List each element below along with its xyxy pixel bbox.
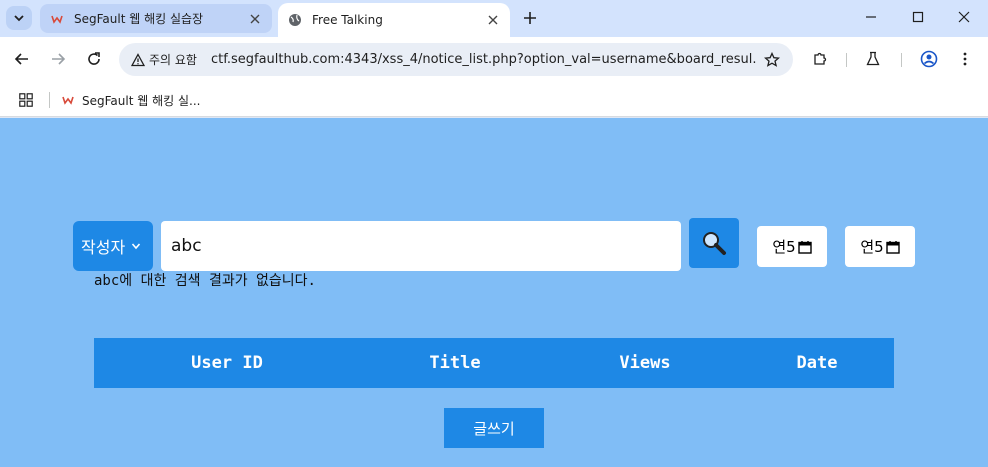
maximize-button[interactable]	[903, 4, 933, 30]
apps-button[interactable]	[16, 90, 36, 110]
arrow-left-icon	[14, 53, 28, 65]
tab-free-talking[interactable]: Free Talking	[278, 3, 510, 37]
no-result-message: abc에 대한 검색 결과가 없습니다.	[94, 273, 316, 289]
tab-search-button[interactable]	[6, 6, 32, 30]
warning-icon	[131, 52, 145, 66]
new-tab-button[interactable]	[518, 6, 542, 30]
tab-strip: SegFault 웹 해킹 실습장 Free Talking	[0, 0, 988, 37]
forward-button[interactable]	[44, 45, 72, 73]
close-icon[interactable]	[484, 11, 502, 29]
labs-button[interactable]	[859, 45, 887, 73]
chevron-down-icon	[132, 243, 141, 250]
close-icon	[958, 11, 970, 23]
more-vert-icon	[963, 52, 967, 66]
apps-grid-icon	[19, 93, 33, 107]
reload-button[interactable]	[80, 45, 108, 73]
url-text[interactable]: ctf.segfaulthub.com:4343/xss_4/notice_li…	[211, 52, 757, 67]
minimize-button[interactable]	[856, 4, 886, 30]
toolbar-divider	[901, 53, 902, 67]
arrow-right-icon	[52, 53, 66, 65]
column-header-date: Date	[796, 353, 838, 373]
toolbar-divider	[846, 53, 847, 67]
write-post-button[interactable]: 글쓰기	[444, 408, 544, 448]
column-header-title: Title	[429, 353, 481, 373]
address-bar[interactable]: 주의 요함 ctf.segfaulthub.com:4343/xss_4/not…	[119, 43, 793, 76]
extensions-button[interactable]	[806, 45, 834, 73]
tab-title: Free Talking	[312, 13, 383, 27]
reload-icon	[88, 52, 100, 65]
close-icon[interactable]	[246, 10, 264, 28]
search-input[interactable]	[161, 221, 681, 271]
account-icon	[920, 50, 938, 68]
chevron-down-icon	[14, 15, 24, 22]
date-from-text: 연5	[772, 238, 796, 256]
bookmark-label: SegFault 웹 해킹 실...	[82, 93, 201, 108]
segfault-logo-icon	[50, 12, 64, 26]
menu-button[interactable]	[951, 45, 979, 73]
date-from-input[interactable]: 연5	[757, 226, 827, 267]
page-content: 작성자 연5 연5 abc에 대한 검색 결과가 없습니다. User ID T…	[0, 118, 988, 467]
magnifier-icon	[703, 232, 726, 255]
maximize-icon	[912, 11, 924, 23]
date-to-text: 연5	[860, 238, 884, 256]
table-header: User ID Title Views Date	[94, 338, 894, 388]
search-button[interactable]	[689, 218, 739, 268]
bookmark-star-button[interactable]	[757, 46, 787, 74]
tab-segfault[interactable]: SegFault 웹 해킹 실습장	[40, 4, 272, 33]
plus-icon	[524, 12, 536, 24]
back-button[interactable]	[8, 45, 36, 73]
window-close-button[interactable]	[949, 4, 979, 30]
bookmark-segfault[interactable]: SegFault 웹 해킹 실...	[62, 88, 200, 112]
column-header-user-id: User ID	[191, 353, 263, 373]
security-label: 주의 요함	[149, 53, 197, 67]
minimize-icon	[866, 16, 876, 18]
filter-selected-value: 작성자	[81, 238, 126, 257]
tab-title: SegFault 웹 해킹 실습장	[74, 12, 204, 26]
column-header-views: Views	[619, 353, 671, 373]
globe-icon	[288, 13, 302, 27]
calendar-icon	[885, 240, 900, 254]
security-chip[interactable]: 주의 요함	[125, 48, 205, 72]
bookmarks-divider	[49, 92, 50, 108]
calendar-icon	[797, 240, 812, 254]
segfault-logo-icon	[62, 96, 74, 105]
browser-toolbar: 주의 요함 ctf.segfaulthub.com:4343/xss_4/not…	[0, 37, 988, 82]
star-icon	[764, 51, 780, 67]
puzzle-icon	[814, 52, 827, 65]
profile-button[interactable]	[915, 45, 943, 73]
bookmarks-bar: SegFault 웹 해킹 실...	[0, 82, 988, 117]
date-to-input[interactable]: 연5	[845, 226, 915, 267]
flask-icon	[866, 51, 880, 66]
search-filter-select[interactable]: 작성자	[73, 221, 153, 271]
